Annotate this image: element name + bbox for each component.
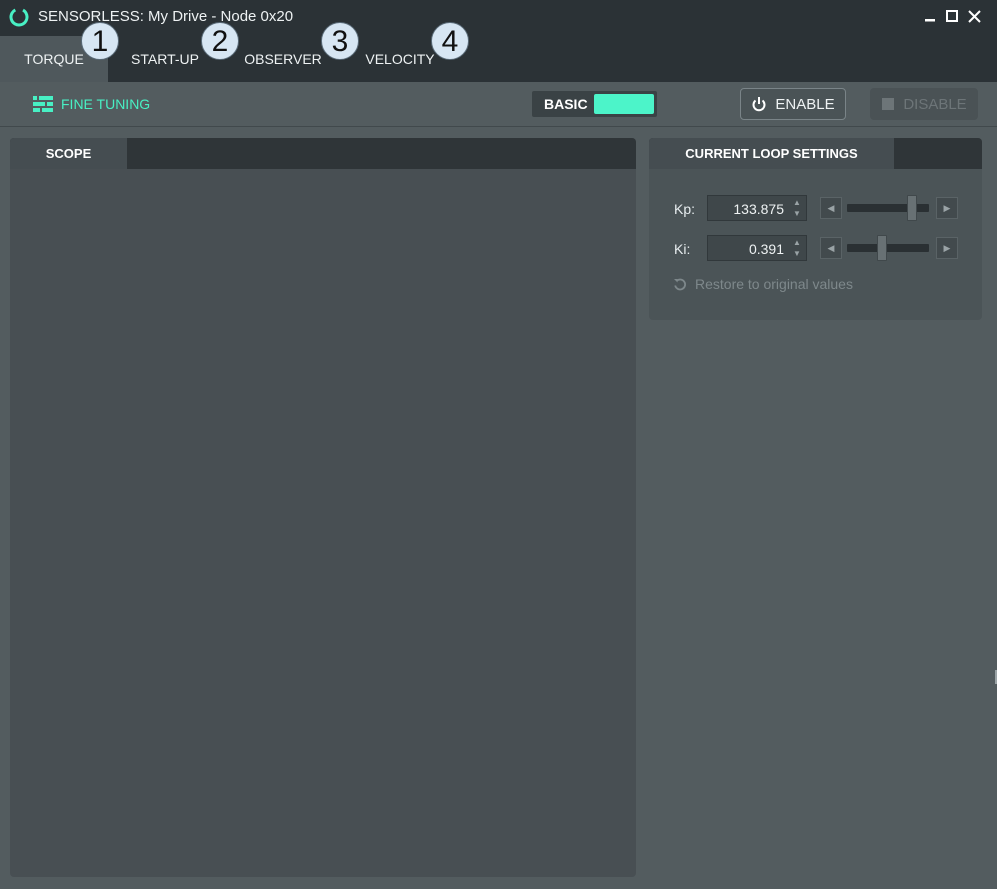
- ki-slider-thumb[interactable]: [877, 235, 888, 261]
- window-title: SENSORLESS: My Drive - Node 0x20: [38, 8, 294, 25]
- fine-tuning-button[interactable]: FINE TUNING: [33, 94, 150, 114]
- maximize-button[interactable]: [943, 6, 961, 26]
- basic-mode-toggle[interactable]: BASIC: [532, 91, 657, 117]
- enable-label: ENABLE: [775, 95, 835, 113]
- restore-label: Restore to original values: [695, 276, 853, 292]
- ki-decrement-icon[interactable]: ▼: [792, 249, 802, 259]
- step-badge-1: 1: [81, 22, 119, 60]
- step-badge-3: 3: [321, 22, 359, 60]
- kp-increment-icon[interactable]: ▲: [792, 198, 802, 208]
- scope-panel: SCOPE: [10, 138, 636, 877]
- restore-original-values-button[interactable]: Restore to original values: [673, 276, 853, 292]
- maximize-icon: [946, 10, 958, 22]
- current-loop-settings-tab[interactable]: CURRENT LOOP SETTINGS: [649, 138, 894, 169]
- toggle-knob: [594, 94, 654, 114]
- minimize-button[interactable]: [921, 6, 939, 26]
- tab-start-up[interactable]: START-UP: [118, 36, 212, 82]
- minimize-icon: [925, 19, 935, 22]
- ki-value: 0.391: [748, 241, 784, 257]
- tab-observer[interactable]: OBSERVER: [236, 36, 330, 82]
- close-icon: [967, 9, 981, 23]
- kp-value: 133.875: [733, 201, 784, 217]
- ki-spinbox[interactable]: 0.391 ▲ ▼: [707, 235, 807, 261]
- basic-mode-label: BASIC: [544, 96, 588, 112]
- kp-slider-right-button[interactable]: ▶: [936, 197, 958, 219]
- kp-slider-left-button[interactable]: ◀: [820, 197, 842, 219]
- power-icon: [752, 97, 766, 112]
- ki-slider-track[interactable]: [847, 244, 929, 252]
- scope-tab[interactable]: SCOPE: [10, 138, 127, 169]
- disable-label: DISABLE: [903, 95, 967, 113]
- current-loop-panel-header: CURRENT LOOP SETTINGS: [649, 138, 982, 169]
- close-button[interactable]: [965, 6, 983, 26]
- fine-tuning-label: FINE TUNING: [61, 96, 151, 112]
- step-badge-4: 4: [431, 22, 469, 60]
- arrow-left-icon: ◀: [827, 242, 835, 253]
- ki-slider-left-button[interactable]: ◀: [820, 237, 842, 259]
- disable-button: DISABLE: [870, 88, 978, 120]
- ki-increment-icon[interactable]: ▲: [792, 238, 802, 248]
- enable-button[interactable]: ENABLE: [740, 88, 846, 120]
- power-ring-icon: [9, 7, 29, 27]
- arrow-right-icon: ▶: [943, 202, 951, 213]
- kp-spinbox[interactable]: 133.875 ▲ ▼: [707, 195, 807, 221]
- arrow-left-icon: ◀: [827, 202, 835, 213]
- undo-icon: [674, 278, 686, 291]
- ki-slider-right-button[interactable]: ▶: [936, 237, 958, 259]
- kp-slider-thumb[interactable]: [907, 195, 918, 221]
- ki-label: Ki:: [674, 241, 691, 257]
- kp-decrement-icon[interactable]: ▼: [792, 209, 802, 219]
- step-badge-2: 2: [201, 22, 239, 60]
- title-bar: SENSORLESS: My Drive - Node 0x20: [0, 0, 997, 36]
- current-loop-settings-panel: CURRENT LOOP SETTINGS Kp: 133.875 ▲ ▼ ◀ …: [649, 138, 982, 320]
- arrow-right-icon: ▶: [943, 242, 951, 253]
- tab-bar: TORQUE START-UP OBSERVER VELOCITY: [0, 36, 997, 82]
- scope-panel-header: SCOPE: [10, 138, 636, 169]
- stop-icon: [882, 98, 895, 110]
- toolbar: FINE TUNING BASIC ENABLE DISABLE: [0, 82, 997, 127]
- kp-label: Kp:: [674, 201, 696, 217]
- sliders-icon: [33, 96, 53, 112]
